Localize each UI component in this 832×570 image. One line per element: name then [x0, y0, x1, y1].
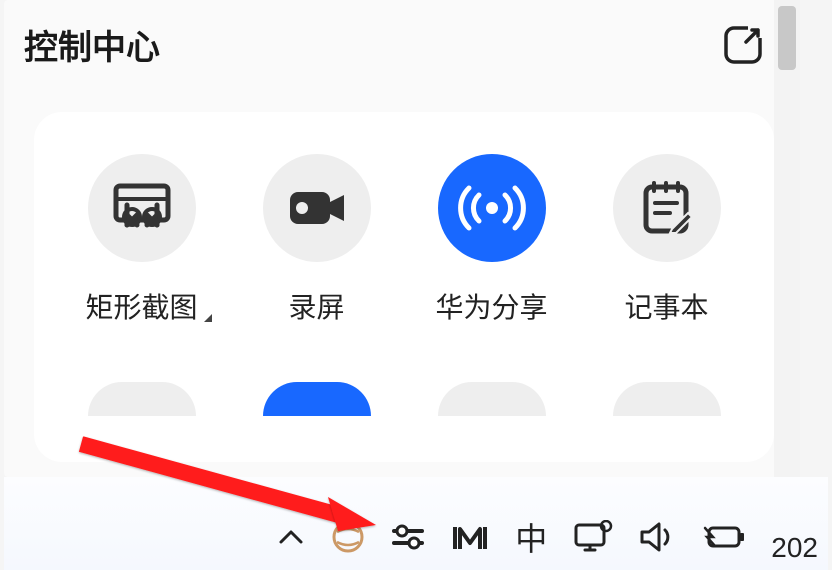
speaker-icon	[639, 521, 677, 553]
tile-notepad[interactable]: 记事本	[582, 154, 752, 326]
tray-overflow-button[interactable]	[277, 528, 305, 546]
tile-label: 矩形截图	[85, 286, 197, 326]
edit-icon	[722, 24, 764, 66]
header: 控制中心	[4, 0, 800, 70]
tile-record[interactable]: 录屏	[232, 154, 402, 326]
tile-huawei-share[interactable]: 华为分享	[407, 154, 577, 326]
ime-indicator[interactable]: 中	[515, 514, 547, 560]
record-icon	[263, 154, 371, 262]
system-tray: 中 202	[277, 514, 828, 560]
globe-icon	[331, 520, 365, 554]
scrollbar-thumb[interactable]	[778, 6, 796, 70]
tray-m-icon[interactable]	[451, 523, 489, 551]
monitor-icon	[573, 520, 613, 554]
chevron-up-icon	[277, 528, 305, 546]
tray-app-icon[interactable]	[331, 520, 365, 554]
partial-tile[interactable]	[438, 382, 546, 416]
edit-button[interactable]	[718, 20, 768, 70]
partial-tile[interactable]	[263, 382, 371, 416]
tile-screenshot[interactable]: 矩形截图	[57, 154, 227, 326]
tile-label: 记事本	[624, 286, 708, 326]
tiles-card: 矩形截图 录屏	[34, 112, 774, 462]
notepad-icon	[613, 154, 721, 262]
sliders-icon	[391, 523, 425, 551]
partial-tile[interactable]	[613, 382, 721, 416]
tray-battery-icon[interactable]	[703, 524, 745, 550]
tile-label: 录屏	[288, 286, 344, 326]
tile-row-2	[34, 382, 774, 416]
tile-row-1: 矩形截图 录屏	[34, 154, 774, 326]
partial-tile[interactable]	[88, 382, 196, 416]
tray-volume-icon[interactable]	[639, 521, 677, 553]
tray-network-icon[interactable]	[573, 520, 613, 554]
scrollbar[interactable]	[774, 0, 800, 477]
tile-label: 华为分享	[435, 286, 547, 326]
taskbar: 中 202	[4, 477, 828, 570]
tray-filter-icon[interactable]	[391, 523, 425, 551]
page-title: 控制中心	[24, 20, 160, 69]
control-center-panel: 控制中心	[4, 0, 800, 477]
battery-icon	[703, 524, 745, 550]
screenshot-icon	[88, 154, 196, 262]
hotspot-icon	[438, 154, 546, 262]
m-icon	[451, 523, 489, 551]
clock-text[interactable]: 202	[771, 532, 818, 564]
